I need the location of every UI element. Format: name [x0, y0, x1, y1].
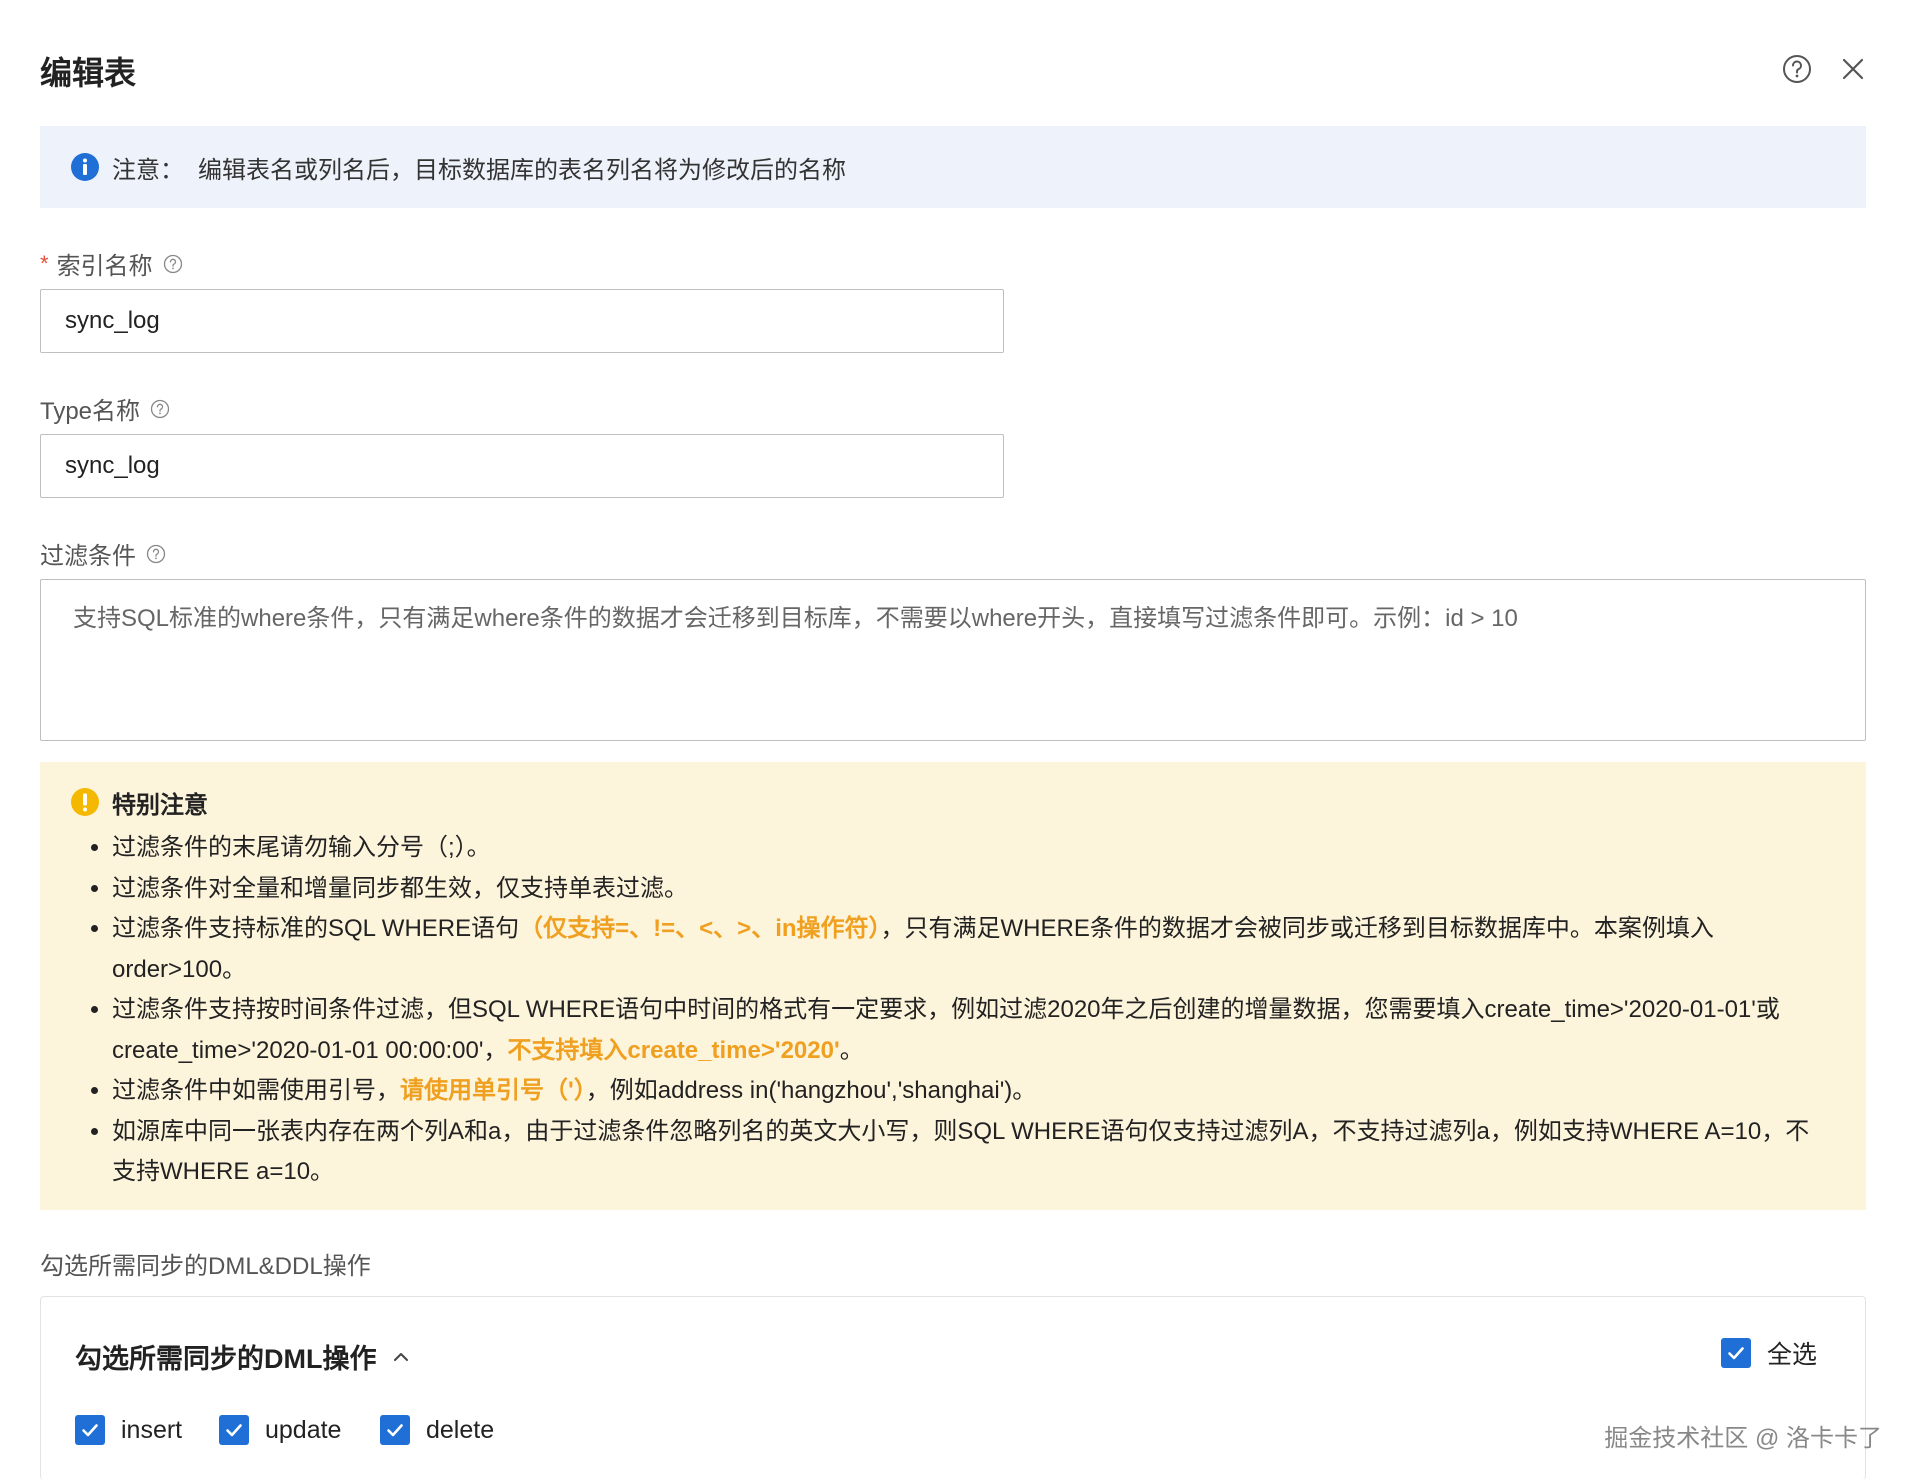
filter-condition-textarea[interactable] [40, 579, 1866, 741]
index-name-label: * 索引名称 [40, 246, 183, 281]
delete-checkbox[interactable]: delete [380, 1415, 494, 1445]
required-mark: * [40, 250, 49, 276]
notice-item: 过滤条件对全量和增量同步都生效，仅支持单表过滤。 [112, 869, 1836, 910]
dml-operations-panel: 勾选所需同步的DML操作 全选 insert update delete [40, 1296, 1866, 1480]
type-name-label: Type名称 [40, 391, 170, 426]
question-circle-icon[interactable] [146, 544, 166, 564]
notice-item: 如源库中同一张表内存在两个列A和a，由于过滤条件忽略列名的英文大小写，则SQL … [112, 1112, 1836, 1193]
special-notice-box: 特别注意 过滤条件的末尾请勿输入分号（;）。 过滤条件对全量和增量同步都生效，仅… [40, 762, 1866, 1210]
index-name-input[interactable] [40, 289, 1004, 353]
notice-item: 过滤条件中如需使用引号，请使用单引号（'），例如address in('hang… [112, 1071, 1836, 1112]
checkbox-checked-icon[interactable] [380, 1415, 410, 1445]
select-all-label: 全选 [1767, 1341, 1818, 1369]
update-label: update [265, 1415, 342, 1444]
dialog-title: 编辑表 [40, 55, 137, 91]
special-notice-title: 特别注意 [70, 784, 1836, 820]
insert-checkbox[interactable]: insert [75, 1415, 182, 1445]
index-name-label-text: 索引名称 [56, 253, 153, 280]
filter-label: 过滤条件 [40, 536, 166, 571]
filter-label-text: 过滤条件 [40, 543, 136, 570]
highlight-text: （仅支持=、!=、<、>、in操作符） [519, 915, 881, 942]
highlight-text: 不支持填入create_time>'2020' [507, 1036, 840, 1064]
info-circle-icon [70, 152, 100, 182]
watermark: 掘金技术社区 @ 洛卡卡了 [1604, 1425, 1882, 1452]
insert-label: insert [121, 1415, 183, 1444]
question-circle-icon[interactable] [150, 399, 170, 419]
special-notice-title-text: 特别注意 [112, 791, 208, 819]
select-all-checkbox[interactable]: 全选 [1721, 1335, 1817, 1371]
dml-panel-title: 勾选所需同步的DML操作 [75, 1344, 377, 1374]
delete-label: delete [426, 1415, 495, 1444]
checkbox-checked-icon[interactable] [75, 1415, 105, 1445]
edit-table-dialog: 编辑表 注意： 编辑表名或列名后，目标数据库的表名列名将为修改后的名称 * 索引… [0, 0, 1908, 1480]
close-icon[interactable] [1838, 54, 1868, 84]
type-name-label-text: Type名称 [40, 398, 141, 425]
checkbox-checked-icon[interactable] [1721, 1338, 1751, 1368]
question-circle-icon[interactable] [1782, 54, 1812, 84]
notice-item: 过滤条件的末尾请勿输入分号（;）。 [112, 828, 1836, 869]
highlight-text: 请使用单引号（'） [400, 1077, 586, 1104]
notice-text: 编辑表名或列名后，目标数据库的表名列名将为修改后的名称 [198, 156, 846, 184]
question-circle-icon[interactable] [163, 254, 183, 274]
dml-panel-header: 勾选所需同步的DML操作 [75, 1337, 412, 1376]
update-checkbox[interactable]: update [219, 1415, 341, 1445]
notice-bar: 注意： 编辑表名或列名后，目标数据库的表名列名将为修改后的名称 [40, 126, 1866, 208]
special-notice-list: 过滤条件的末尾请勿输入分号（;）。 过滤条件对全量和增量同步都生效，仅支持单表过… [70, 828, 1836, 1193]
type-name-input[interactable] [40, 434, 1004, 498]
warning-circle-icon [70, 787, 100, 817]
notice-label: 注意： [112, 156, 184, 184]
notice-item: 过滤条件支持标准的SQL WHERE语句（仅支持=、!=、<、>、in操作符），… [112, 909, 1836, 990]
dml-ddl-section-label: 勾选所需同步的DML&DDL操作 [40, 1253, 371, 1280]
checkbox-checked-icon[interactable] [219, 1415, 249, 1445]
notice-item: 过滤条件支持按时间条件过滤，但SQL WHERE语句中时间的格式有一定要求，例如… [112, 990, 1836, 1071]
chevron-up-icon[interactable] [390, 1346, 412, 1368]
